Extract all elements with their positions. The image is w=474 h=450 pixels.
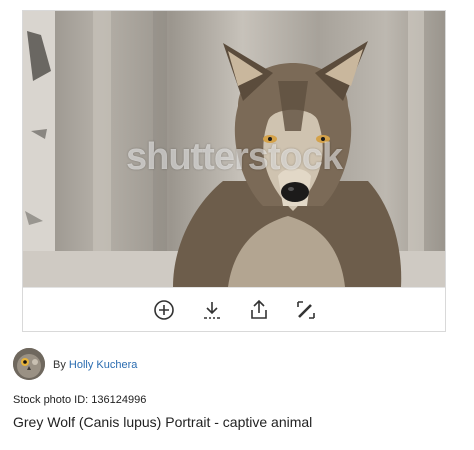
byline-prefix: By (53, 359, 66, 371)
add-to-collection-button[interactable] (152, 298, 176, 322)
author-row: By Holly Kuchera (13, 348, 453, 380)
owl-avatar-icon (13, 348, 45, 380)
download-button[interactable] (200, 298, 224, 322)
stock-photo[interactable]: shutterstock (23, 11, 445, 287)
share-icon (251, 299, 267, 319)
author-byline: By Holly Kuchera (53, 359, 137, 371)
download-icon (204, 302, 220, 319)
image-card: shutterstock (22, 10, 446, 332)
author-link[interactable]: Holly Kuchera (69, 359, 137, 371)
watermark-text: shutterstock (125, 136, 343, 178)
edit-button[interactable] (294, 298, 318, 322)
edit-icon (297, 301, 315, 319)
photo-title: Grey Wolf (Canis lupus) Portrait - capti… (13, 414, 313, 430)
avatar[interactable] (13, 348, 45, 380)
stock-photo-id: Stock photo ID: 136124996 (13, 394, 147, 406)
share-button[interactable] (247, 298, 271, 322)
image-toolbar (23, 287, 445, 331)
plus-circle-icon (154, 300, 174, 320)
